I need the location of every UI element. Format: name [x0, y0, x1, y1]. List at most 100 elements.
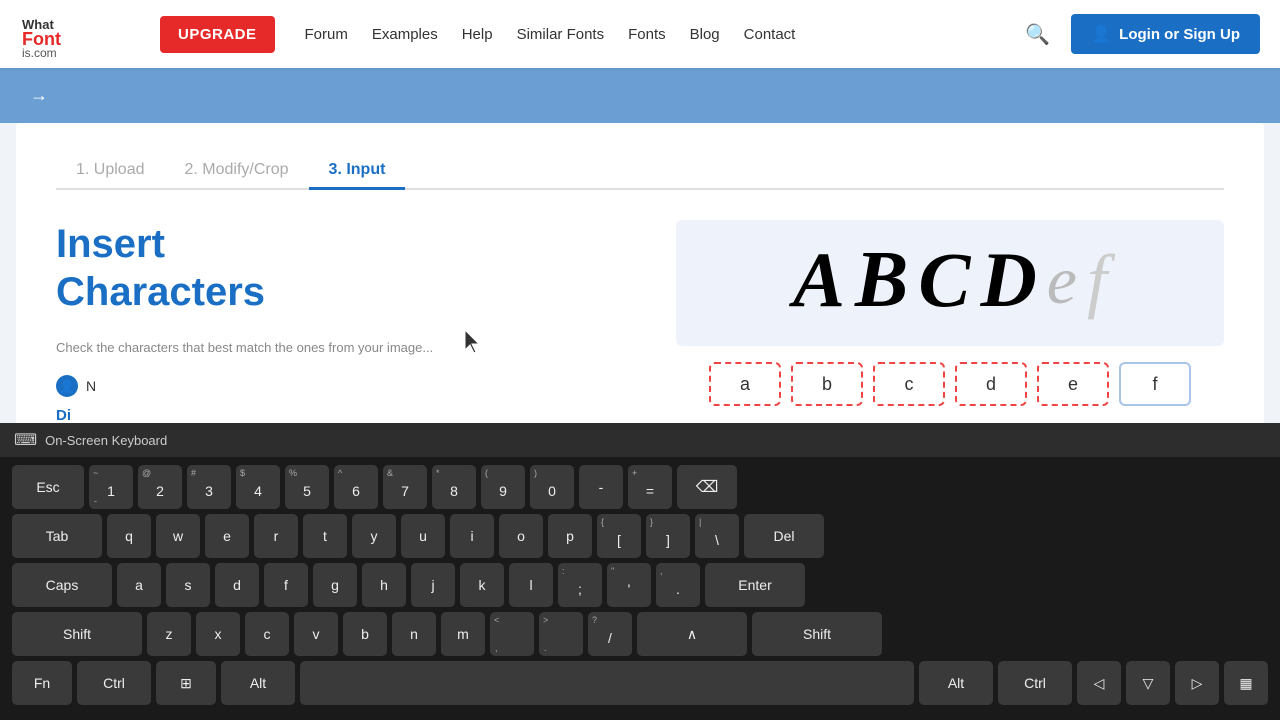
key-minus[interactable]: - — [579, 465, 623, 509]
key-c[interactable]: c — [245, 612, 289, 656]
key-question[interactable]: ?/ — [588, 612, 632, 656]
nav-forum[interactable]: Forum — [305, 26, 348, 43]
key-row-1: Esc ~-1 @2 #3 $4 %5 ^6 &7 *8 (9 )0 - += … — [12, 465, 1268, 509]
key-star-8[interactable]: *8 — [432, 465, 476, 509]
char-input-a[interactable]: a — [709, 362, 781, 406]
key-w[interactable]: w — [156, 514, 200, 558]
key-fn[interactable]: Fn — [12, 661, 72, 705]
osk-titlebar: ⌨ On-Screen Keyboard — [0, 423, 1280, 457]
banner-arrow-icon: → — [30, 85, 48, 106]
user-row: 👤 N — [56, 375, 636, 397]
svg-text:is.com: is.com — [22, 46, 57, 57]
key-a[interactable]: a — [117, 563, 161, 607]
key-k[interactable]: k — [460, 563, 504, 607]
key-j[interactable]: j — [411, 563, 455, 607]
key-s[interactable]: s — [166, 563, 210, 607]
key-ctrl-right[interactable]: Ctrl — [998, 661, 1072, 705]
key-comma-dot[interactable]: ,. — [656, 563, 700, 607]
key-shift-right[interactable]: Shift — [752, 612, 882, 656]
key-caps[interactable]: Caps — [12, 563, 112, 607]
key-i[interactable]: i — [450, 514, 494, 558]
upgrade-button[interactable]: UPGRADE — [160, 16, 275, 53]
key-n[interactable]: n — [392, 612, 436, 656]
nav-fonts[interactable]: Fonts — [628, 26, 666, 43]
key-enter[interactable]: Enter — [705, 563, 805, 607]
key-esc[interactable]: Esc — [12, 465, 84, 509]
key-alt-right[interactable]: Alt — [919, 661, 993, 705]
char-input-d[interactable]: d — [955, 362, 1027, 406]
key-hash-3[interactable]: #3 — [187, 465, 231, 509]
char-input-c[interactable]: c — [873, 362, 945, 406]
key-del[interactable]: Del — [744, 514, 824, 558]
key-v[interactable]: v — [294, 612, 338, 656]
key-down-arrow[interactable]: ▽ — [1126, 661, 1170, 705]
key-o[interactable]: o — [499, 514, 543, 558]
key-l[interactable]: l — [509, 563, 553, 607]
key-x[interactable]: x — [196, 612, 240, 656]
key-numpad-icon[interactable]: ▦ — [1224, 661, 1268, 705]
key-right-arrow[interactable]: ▷ — [1175, 661, 1219, 705]
key-equals[interactable]: += — [628, 465, 672, 509]
key-colon[interactable]: :; — [558, 563, 602, 607]
key-tab[interactable]: Tab — [12, 514, 102, 558]
key-lt[interactable]: <, — [490, 612, 534, 656]
key-win[interactable]: ⊞ — [156, 661, 216, 705]
key-t[interactable]: t — [303, 514, 347, 558]
key-e[interactable]: e — [205, 514, 249, 558]
nav-help[interactable]: Help — [462, 26, 493, 43]
key-y[interactable]: y — [352, 514, 396, 558]
insert-characters-title: Insert Characters — [56, 220, 636, 316]
header: What Font is.com UPGRADE Forum Examples … — [0, 0, 1280, 68]
key-at-2[interactable]: @2 — [138, 465, 182, 509]
tabs: 1. Upload 2. Modify/Crop 3. Input — [56, 153, 1224, 190]
tab-input[interactable]: 3. Input — [309, 153, 406, 190]
key-alt-left[interactable]: Alt — [221, 661, 295, 705]
search-button[interactable]: 🔍 — [1020, 17, 1055, 52]
font-chars-display: A B C D e f — [696, 240, 1204, 320]
key-z[interactable]: z — [147, 612, 191, 656]
nav-similar-fonts[interactable]: Similar Fonts — [517, 26, 605, 43]
key-quote[interactable]: "' — [607, 563, 651, 607]
char-input-b[interactable]: b — [791, 362, 863, 406]
key-lbrace[interactable]: {[ — [597, 514, 641, 558]
key-p[interactable]: p — [548, 514, 592, 558]
tab-modify-crop[interactable]: 2. Modify/Crop — [165, 153, 309, 190]
key-space[interactable] — [300, 661, 914, 705]
preview-char-B: B — [855, 240, 908, 320]
key-pipe[interactable]: |\ — [695, 514, 739, 558]
key-up-arrow[interactable]: ∧ — [637, 612, 747, 656]
char-input-e[interactable]: e — [1037, 362, 1109, 406]
char-input-row: a b c d e f — [676, 362, 1224, 406]
nav-examples[interactable]: Examples — [372, 26, 438, 43]
key-m[interactable]: m — [441, 612, 485, 656]
key-g[interactable]: g — [313, 563, 357, 607]
key-ctrl-left[interactable]: Ctrl — [77, 661, 151, 705]
key-tilde-1[interactable]: ~-1 — [89, 465, 133, 509]
login-button[interactable]: 👤 Login or Sign Up — [1071, 14, 1260, 54]
key-u[interactable]: u — [401, 514, 445, 558]
key-r[interactable]: r — [254, 514, 298, 558]
key-q[interactable]: q — [107, 514, 151, 558]
key-backspace[interactable]: ⌫ — [677, 465, 737, 509]
keyboard-icon: ⌨ — [14, 430, 37, 450]
key-h[interactable]: h — [362, 563, 406, 607]
user-label: N — [86, 378, 96, 394]
char-input-f[interactable]: f — [1119, 362, 1191, 406]
key-gt[interactable]: >. — [539, 612, 583, 656]
nav-contact[interactable]: Contact — [744, 26, 796, 43]
key-rbrace[interactable]: }] — [646, 514, 690, 558]
key-f[interactable]: f — [264, 563, 308, 607]
tab-upload[interactable]: 1. Upload — [56, 153, 165, 190]
key-amp-7[interactable]: &7 — [383, 465, 427, 509]
key-dollar-4[interactable]: $4 — [236, 465, 280, 509]
key-left-arrow[interactable]: ◁ — [1077, 661, 1121, 705]
key-b[interactable]: b — [343, 612, 387, 656]
key-lparen-9[interactable]: (9 — [481, 465, 525, 509]
key-rparen-0[interactable]: )0 — [530, 465, 574, 509]
key-percent-5[interactable]: %5 — [285, 465, 329, 509]
logo[interactable]: What Font is.com — [20, 11, 120, 57]
nav-blog[interactable]: Blog — [690, 26, 720, 43]
key-shift-left[interactable]: Shift — [12, 612, 142, 656]
key-d[interactable]: d — [215, 563, 259, 607]
key-caret-6[interactable]: ^6 — [334, 465, 378, 509]
